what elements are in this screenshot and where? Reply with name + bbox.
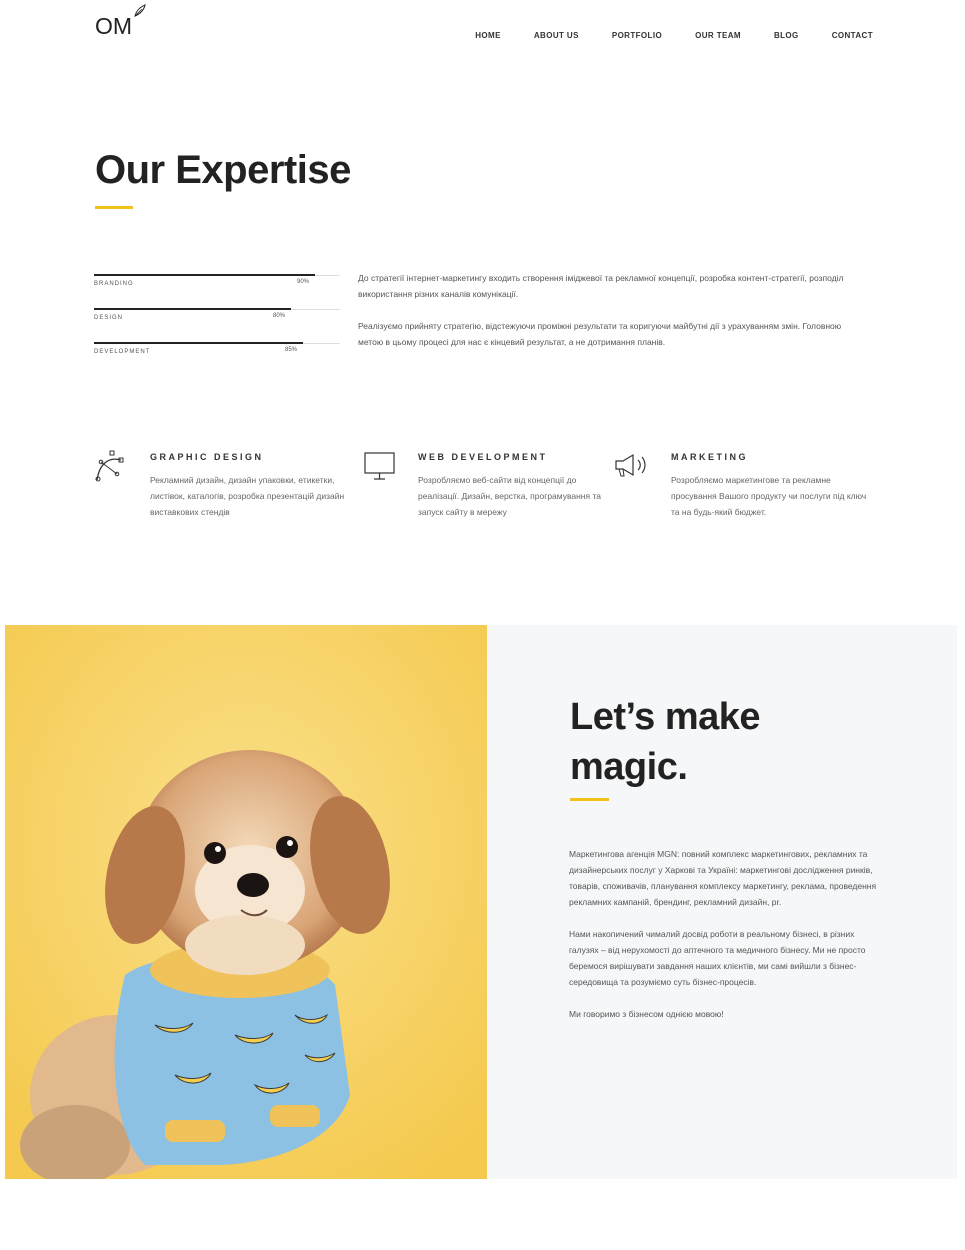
nav-blog[interactable]: BLOG: [774, 31, 799, 40]
expertise-description: До стратегії інтернет-маркетингу входить…: [358, 270, 868, 366]
skill-design: DESIGN 80%: [94, 306, 340, 340]
magic-title: Let’s make magic.: [570, 692, 900, 792]
nav-our-team[interactable]: OUR TEAM: [695, 31, 741, 40]
megaphone-icon: [615, 453, 646, 477]
skill-percent: 85%: [285, 347, 298, 353]
dog-photo: [5, 625, 487, 1179]
magic-title-line: magic.: [570, 746, 688, 788]
bezier-pen-icon: [95, 450, 124, 482]
monitor-icon: [364, 452, 395, 480]
main-nav: HOME ABOUT US PORTFOLIO OUR TEAM BLOG CO…: [442, 31, 873, 40]
nav-portfolio[interactable]: PORTFOLIO: [612, 31, 662, 40]
magic-description: Маркетингова агенція MGN: повний комплек…: [569, 846, 879, 1038]
skill-bar: [94, 342, 303, 344]
expertise-paragraph: До стратегії інтернет-маркетингу входить…: [358, 273, 844, 299]
expertise-paragraph: Реалізуємо прийняту стратегію, відстежую…: [358, 321, 842, 347]
skill-label: BRANDING: [94, 281, 134, 287]
service-title: MARKETING: [671, 452, 748, 462]
magic-paragraph: Нами накопичений чималий досвід роботи в…: [569, 929, 866, 987]
service-text: Розробляємо маркетингове та рекламне про…: [671, 475, 867, 517]
logo[interactable]: OM: [95, 4, 155, 40]
dog-illustration: [5, 625, 487, 1179]
magic-underline: [570, 798, 609, 801]
nav-home[interactable]: HOME: [475, 31, 501, 40]
skill-development: DEVELOPMENT 85%: [94, 340, 340, 374]
service-text: Рекламний дизайн, дизайн упаковки, етике…: [150, 475, 345, 517]
skill-label: DEVELOPMENT: [94, 349, 151, 355]
skill-label: DESIGN: [94, 315, 124, 321]
magic-title-line: Let’s make: [570, 696, 761, 738]
nav-contact[interactable]: CONTACT: [832, 31, 873, 40]
magic-paragraph: Маркетингова агенція MGN: повний комплек…: [569, 849, 877, 907]
logo-text: OM: [95, 13, 133, 39]
service-text: Розробляємо веб-сайти від концепції до р…: [418, 475, 601, 517]
skill-bar: [94, 274, 315, 276]
expertise-underline: [95, 206, 133, 209]
skill-bar: [94, 308, 291, 310]
skill-percent: 80%: [273, 313, 286, 319]
leaf-icon: [134, 4, 146, 17]
service-title: WEB DEVELOPMENT: [418, 452, 548, 462]
skills-list: BRANDING 90% DESIGN 80% DEVELOPMENT 85%: [94, 272, 340, 374]
nav-about-us[interactable]: ABOUT US: [534, 31, 579, 40]
magic-paragraph: Ми говоримо з бізнесом однією мовою!: [569, 1009, 724, 1019]
expertise-title: Our Expertise: [95, 148, 351, 192]
skill-percent: 90%: [297, 279, 310, 285]
skill-branding: BRANDING 90%: [94, 272, 340, 306]
service-title: GRAPHIC DESIGN: [150, 452, 264, 462]
